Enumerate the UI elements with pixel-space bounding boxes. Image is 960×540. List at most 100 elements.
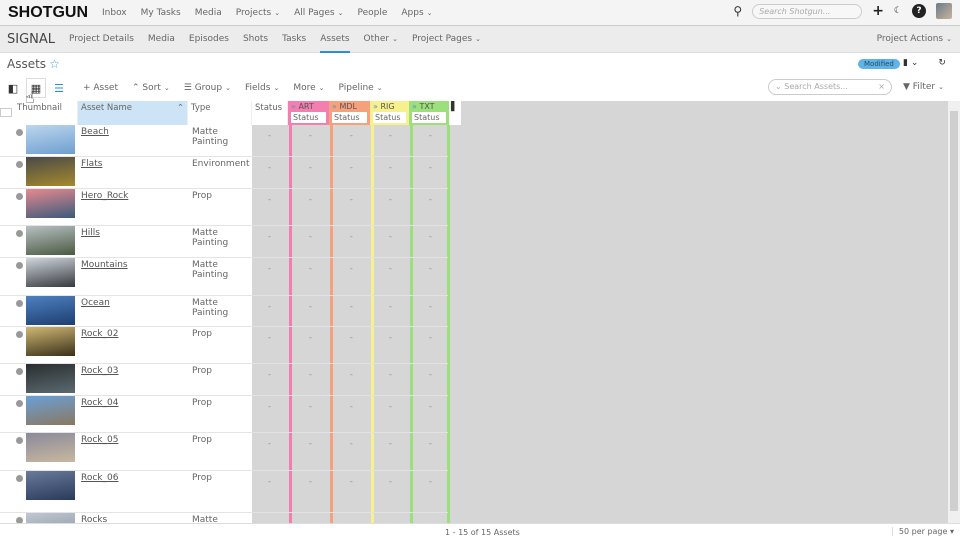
moon-icon[interactable]: ☾ <box>894 6 902 16</box>
table-row[interactable]: Beach Matte Painting <box>0 125 252 157</box>
status-cell[interactable]: - <box>429 370 432 379</box>
tab-tasks[interactable]: Tasks <box>282 26 306 53</box>
pipeline-step-rig[interactable]: » RIG Status <box>370 101 409 125</box>
refresh-icon[interactable]: ↻ <box>938 58 946 68</box>
status-cell[interactable]: - <box>429 439 432 448</box>
status-cell[interactable]: - <box>309 402 312 411</box>
nav-inbox[interactable]: Inbox <box>102 8 127 18</box>
tab-media[interactable]: Media <box>148 26 175 53</box>
status-cell[interactable]: - <box>268 195 271 204</box>
status-cell[interactable]: - <box>429 302 432 311</box>
status-cell[interactable]: - <box>350 333 353 342</box>
status-cell[interactable]: - <box>389 402 392 411</box>
thumbnail-image[interactable] <box>26 471 75 500</box>
status-cell[interactable]: - <box>309 264 312 273</box>
asset-name-link[interactable]: Rock_03 <box>81 366 118 376</box>
asset-name-link[interactable]: Rock_04 <box>81 398 118 408</box>
pipeline-button[interactable]: Pipeline ⌄ <box>339 83 383 93</box>
status-cell[interactable]: - <box>309 195 312 204</box>
status-cell[interactable]: - <box>389 232 392 241</box>
status-cell[interactable]: - <box>389 370 392 379</box>
table-row[interactable]: Rock_02 Prop <box>0 327 252 364</box>
table-row[interactable]: Hills Matte Painting <box>0 226 252 258</box>
more-button[interactable]: More ⌄ <box>293 83 324 93</box>
asset-name-link[interactable]: Hills <box>81 228 100 238</box>
global-search-input[interactable]: Search Shotgun... <box>752 3 863 19</box>
status-cell[interactable]: - <box>350 163 353 172</box>
help-icon[interactable]: ? <box>912 4 926 18</box>
thumbnail-image[interactable] <box>26 258 75 287</box>
add-column-button[interactable]: ▌ <box>449 101 461 125</box>
nav-media[interactable]: Media <box>195 8 222 18</box>
status-cell[interactable]: - <box>389 163 392 172</box>
table-row[interactable]: Rocks Matte Painting <box>0 513 252 523</box>
status-cell[interactable]: - <box>309 232 312 241</box>
step-status-column[interactable]: Status <box>332 112 367 123</box>
tab-shots[interactable]: Shots <box>243 26 268 53</box>
nav-all-pages[interactable]: All Pages ⌄ <box>294 8 343 18</box>
pipeline-step-mdl[interactable]: » MDL Status <box>329 101 370 125</box>
nav-projects[interactable]: Projects ⌄ <box>236 8 280 18</box>
table-row[interactable]: Flats Environment <box>0 157 252 189</box>
table-row[interactable]: Rock_06 Prop <box>0 471 252 513</box>
tab-assets[interactable]: Assets <box>320 26 350 53</box>
thumbnail-image[interactable] <box>26 364 75 393</box>
status-cell[interactable]: - <box>350 302 353 311</box>
thumbnail-image[interactable] <box>26 396 75 425</box>
fields-button[interactable]: Fields ⌄ <box>245 83 279 93</box>
page-menu-icon[interactable]: ▮ ⌄ <box>903 58 918 68</box>
thumbnail-image[interactable] <box>26 433 75 462</box>
clear-icon[interactable]: × <box>878 82 885 91</box>
status-cell[interactable]: - <box>429 232 432 241</box>
asset-name-link[interactable]: Rocks <box>81 515 107 523</box>
status-cell[interactable]: - <box>429 402 432 411</box>
search-icon[interactable]: ⚲ <box>733 4 742 18</box>
nav-my-tasks[interactable]: My Tasks <box>141 8 181 18</box>
step-status-column[interactable]: Status <box>291 112 326 123</box>
asset-name-link[interactable]: Flats <box>81 159 102 169</box>
status-cell[interactable]: - <box>389 302 392 311</box>
thumbnail-image[interactable] <box>26 189 75 218</box>
status-cell[interactable]: - <box>309 333 312 342</box>
project-actions-button[interactable]: Project Actions ⌄ <box>877 26 952 53</box>
status-cell[interactable]: - <box>309 163 312 172</box>
thumbnail-image[interactable] <box>26 513 75 523</box>
table-row[interactable]: Ocean Matte Painting <box>0 296 252 327</box>
status-cell[interactable]: - <box>389 264 392 273</box>
status-cell[interactable]: - <box>268 402 271 411</box>
status-cell[interactable]: - <box>309 439 312 448</box>
table-row[interactable]: Rock_03 Prop <box>0 364 252 396</box>
add-asset-button[interactable]: + Asset <box>83 83 118 93</box>
status-cell[interactable]: - <box>309 370 312 379</box>
status-cell[interactable]: - <box>429 163 432 172</box>
sort-button[interactable]: ⌃ Sort ⌄ <box>132 83 170 93</box>
plus-icon[interactable]: + <box>872 3 884 19</box>
vertical-scrollbar[interactable] <box>948 101 960 523</box>
status-cell[interactable]: - <box>309 477 312 486</box>
list-view-icon[interactable]: ☰ <box>49 78 69 98</box>
status-cell[interactable]: - <box>429 131 432 140</box>
status-cell[interactable]: - <box>389 195 392 204</box>
status-cell[interactable]: - <box>389 131 392 140</box>
shotgun-logo[interactable]: SHOTGUN <box>8 4 88 22</box>
pipeline-step-txt[interactable]: » TXT Status <box>409 101 449 125</box>
status-cell[interactable]: - <box>429 477 432 486</box>
thumbnail-image[interactable] <box>26 327 75 356</box>
column-thumbnail[interactable]: Thumbnail <box>14 101 78 125</box>
search-assets-input[interactable]: ⌄ Search Assets... × <box>768 79 892 95</box>
project-name[interactable]: SIGNAL <box>7 32 55 47</box>
status-cell[interactable]: - <box>268 333 271 342</box>
asset-name-link[interactable]: Ocean <box>81 298 110 308</box>
nav-people[interactable]: People <box>357 8 387 18</box>
asset-name-link[interactable]: Hero_Rock <box>81 191 128 201</box>
asset-name-link[interactable]: Rock_05 <box>81 435 118 445</box>
status-cell[interactable]: - <box>350 477 353 486</box>
group-button[interactable]: ☰ Group ⌄ <box>184 83 231 93</box>
status-cell[interactable]: - <box>309 302 312 311</box>
asset-name-link[interactable]: Mountains <box>81 260 128 270</box>
status-cell[interactable]: - <box>350 131 353 140</box>
status-cell[interactable]: - <box>268 477 271 486</box>
step-status-column[interactable]: Status <box>412 112 446 123</box>
status-cell[interactable]: - <box>389 477 392 486</box>
tab-project-pages[interactable]: Project Pages ⌄ <box>412 26 481 53</box>
